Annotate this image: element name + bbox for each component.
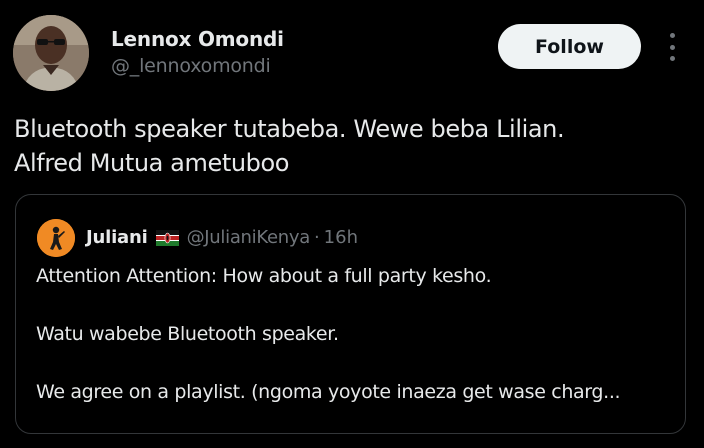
more-dot bbox=[669, 33, 675, 38]
avatar-photo bbox=[13, 15, 89, 91]
quote-separator: · bbox=[313, 227, 320, 248]
quote-timestamp[interactable]: 16h bbox=[324, 227, 358, 248]
quote-avatar-icon bbox=[37, 219, 75, 257]
author-name[interactable]: Lennox Omondi bbox=[111, 27, 284, 51]
more-vertical-icon[interactable] bbox=[664, 33, 680, 61]
follow-button[interactable]: Follow bbox=[498, 24, 641, 69]
more-dot bbox=[669, 56, 675, 61]
quote-author-name[interactable]: Juliani bbox=[86, 227, 148, 248]
author-avatar[interactable] bbox=[13, 15, 89, 91]
author-handle[interactable]: @_lennoxomondi bbox=[111, 55, 271, 77]
tweet-line: Alfred Mutua ametuboo bbox=[14, 149, 290, 177]
quote-avatar[interactable] bbox=[37, 219, 75, 257]
quote-header: Juliani @JulianiKenya · 16h bbox=[86, 227, 358, 248]
kenya-flag-icon bbox=[155, 229, 179, 246]
quote-line: Watu wabebe Bluetooth speaker. bbox=[36, 323, 339, 345]
tweet-text: Bluetooth speaker tutabeba. Wewe beba Li… bbox=[14, 112, 684, 180]
quote-line: We agree on a playlist. (ngoma yoyote in… bbox=[36, 381, 621, 403]
more-dot bbox=[669, 44, 675, 50]
tweet-line: Bluetooth speaker tutabeba. Wewe beba Li… bbox=[14, 115, 565, 143]
quote-line: Attention Attention: How about a full pa… bbox=[36, 265, 492, 287]
quoted-tweet-card[interactable]: Juliani @JulianiKenya · 16h Attention At… bbox=[15, 194, 686, 434]
quote-author-handle[interactable]: @JulianiKenya bbox=[187, 227, 311, 248]
